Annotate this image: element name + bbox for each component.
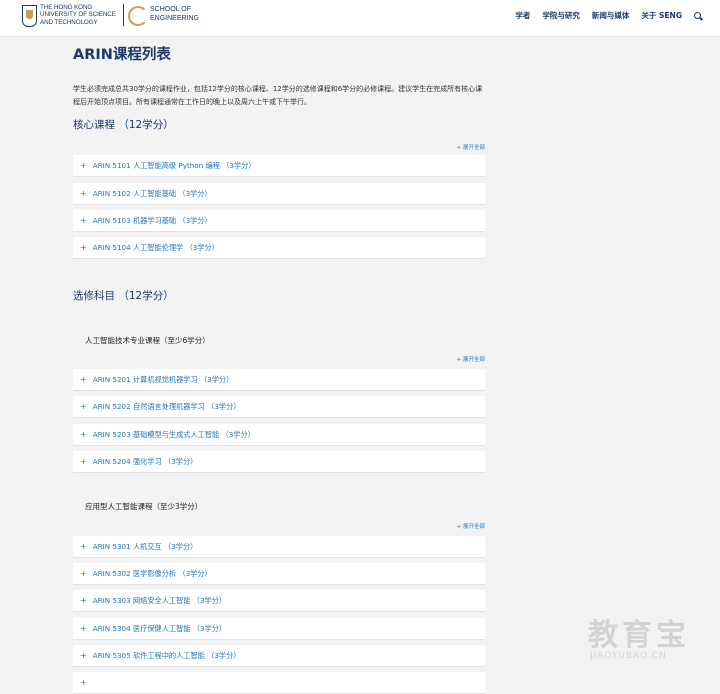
- plus-icon: +: [80, 650, 87, 660]
- course-item[interactable]: + ARIN 5203 基础模型与生成式人工智能 （3学分）: [73, 424, 485, 446]
- nav-about-seng[interactable]: 关于 SENG: [641, 10, 682, 21]
- engineering-mark-icon: [128, 6, 148, 26]
- hkust-crest-icon: [22, 5, 37, 27]
- course-item[interactable]: + ARIN 5304 医疗保健人工智能 （3学分）: [73, 618, 485, 640]
- plus-icon: +: [80, 595, 87, 605]
- course-item[interactable]: + ARIN 5102 人工智能基础 （3学分）: [73, 183, 485, 205]
- plus-icon: +: [80, 568, 87, 578]
- watermark: 教育宝 JIAOYUBAO.CN: [588, 610, 698, 670]
- core-heading: 核心课程 （12学分）: [73, 119, 174, 131]
- page-title: ARIN课程列表: [73, 47, 171, 63]
- nav-scholars[interactable]: 学者: [515, 10, 530, 21]
- course-item[interactable]: + ARIN 5303 网络安全人工智能 （3学分）: [73, 590, 485, 612]
- plus-icon: +: [80, 429, 87, 439]
- plus-icon: +: [80, 160, 87, 170]
- plus-icon: +: [80, 677, 87, 687]
- expand-all-ai-tech[interactable]: 展开全部: [420, 355, 485, 363]
- watermark-url: JIAOYUBAO.CN: [590, 651, 667, 661]
- site-header: THE HONG KONG UNIVERSITY OF SCIENCE AND …: [0, 0, 720, 37]
- ai-tech-heading: 人工智能技术专业课程（至少6学分）: [85, 336, 210, 345]
- course-item-partial[interactable]: +: [73, 672, 485, 694]
- course-item[interactable]: + ARIN 5302 医学影像分析 （3学分）: [73, 563, 485, 585]
- logo-divider: [123, 4, 124, 26]
- elective-heading: 选修科目 （12学分）: [73, 290, 174, 302]
- course-item[interactable]: + ARIN 5305 软件工程中的人工智能 （3学分）: [73, 645, 485, 667]
- plus-icon: +: [80, 374, 87, 384]
- intro-paragraph: 学生必须完成总共30学分的课程作业，包括12学分的核心课程、12学分的选修课程和…: [73, 85, 483, 106]
- expand-all-core[interactable]: 展开全部: [420, 143, 485, 151]
- engineering-logo-text: SCHOOL OF ENGINEERING: [150, 6, 200, 22]
- applied-ai-heading: 应用型人工智能课程（至少3学分）: [85, 502, 203, 511]
- course-item[interactable]: + ARIN 5201 计算机视觉机器学习 （3学分）: [73, 369, 485, 391]
- course-item[interactable]: + ARIN 5101 人工智能高级 Python 编程 （3学分）: [73, 155, 485, 177]
- expand-all-applied-ai[interactable]: 展开全部: [420, 522, 485, 530]
- hkust-logo[interactable]: THE HONG KONG UNIVERSITY OF SCIENCE AND …: [22, 4, 118, 30]
- watermark-text: 教育宝: [588, 618, 690, 653]
- nav-schools-research[interactable]: 学院与研究: [542, 10, 580, 21]
- plus-icon: +: [80, 456, 87, 466]
- plus-icon: +: [80, 623, 87, 633]
- course-item[interactable]: + ARIN 5301 人机交互 （3学分）: [73, 536, 485, 558]
- course-item[interactable]: + ARIN 5204 强化学习 （3学分）: [73, 451, 485, 473]
- course-item[interactable]: + ARIN 5103 机器学习基础 （3学分）: [73, 210, 485, 232]
- plus-icon: +: [80, 215, 87, 225]
- plus-icon: +: [80, 242, 87, 252]
- plus-icon: +: [80, 188, 87, 198]
- search-icon[interactable]: [694, 11, 702, 20]
- hkust-logo-text: THE HONG KONG UNIVERSITY OF SCIENCE AND …: [40, 4, 116, 26]
- nav-news-media[interactable]: 新闻与媒体: [592, 10, 630, 21]
- main-nav: 学者 学院与研究 新闻与媒体 关于 SENG: [515, 10, 702, 21]
- plus-icon: +: [80, 541, 87, 551]
- plus-icon: +: [80, 401, 87, 411]
- course-item[interactable]: + ARIN 5202 自然语言处理机器学习 （3学分）: [73, 396, 485, 418]
- engineering-logo[interactable]: SCHOOL OF ENGINEERING: [128, 4, 208, 30]
- course-item[interactable]: + ARIN 5104 人工智能伦理学 （3学分）: [73, 237, 485, 259]
